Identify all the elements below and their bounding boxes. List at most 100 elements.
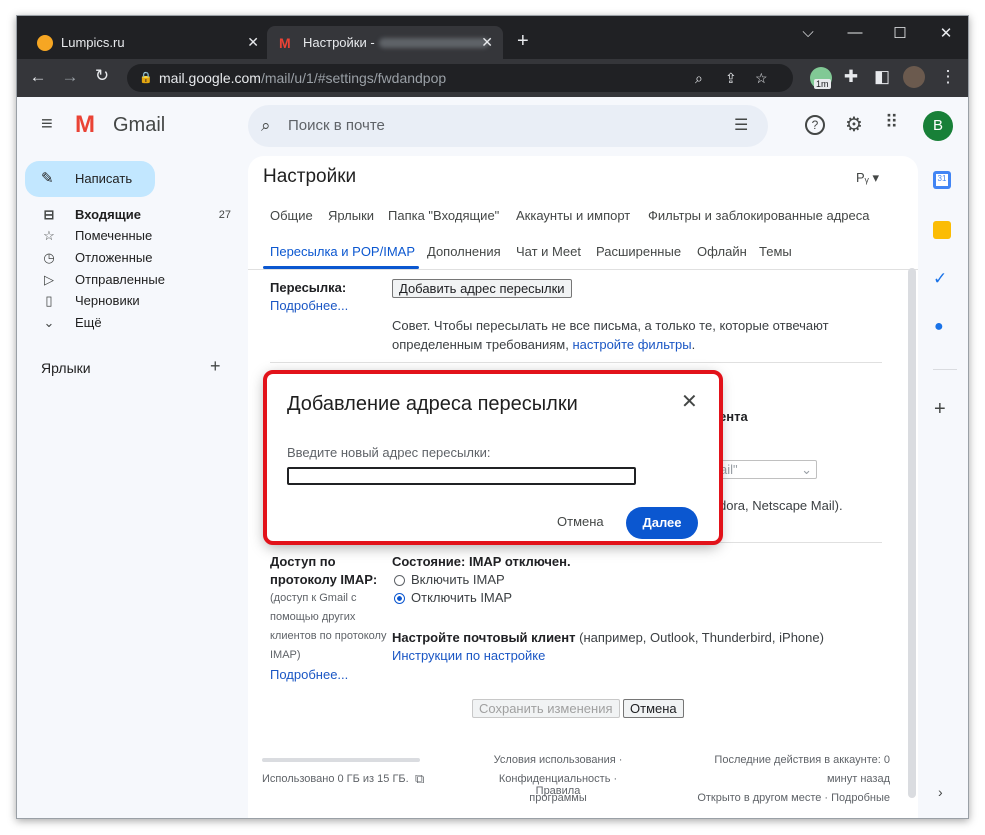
tip-line-2: определенным требованиям, настройте филь… <box>392 337 695 352</box>
gmail-header: ≡ M Gmail ⌕ Поиск в почте ☰ ? ⚙ ⠿ B <box>17 97 968 155</box>
sidebar-item-snoozed[interactable]: ◷ Отложенные <box>41 247 231 269</box>
tab-advanced[interactable]: Расширенные <box>596 244 681 259</box>
tip-end: . <box>691 337 696 352</box>
tab-strip: Lumpics.ru ✕ M Настройки - ✕ + ⌵ — ☐ ✕ <box>17 16 968 59</box>
menu-kebab-icon[interactable]: ⋮ <box>937 67 959 87</box>
search-options-icon[interactable]: ☰ <box>734 105 748 147</box>
tab-themes[interactable]: Темы <box>759 244 792 259</box>
gmail-logo-icon: M <box>75 111 95 138</box>
external-link-icon[interactable]: ⧉ <box>415 771 424 787</box>
sidebar-item-label: Черновики <box>75 293 140 308</box>
address-bar[interactable]: 🔒 mail.google.com/mail/u/1/#settings/fwd… <box>127 64 793 92</box>
star-icon: ☆ <box>43 228 55 243</box>
forward-icon[interactable]: → <box>59 67 81 87</box>
sidebar-item-starred[interactable]: ☆ Помеченные <box>41 225 231 247</box>
imap-label-line2: протоколу IMAP: <box>270 572 378 587</box>
keep-icon[interactable] <box>933 221 951 239</box>
new-tab-button[interactable]: + <box>517 30 529 53</box>
create-filter-link[interactable]: настройте фильтры <box>572 337 691 352</box>
contacts-icon[interactable]: ● <box>934 318 944 336</box>
close-tab-icon[interactable]: ✕ <box>481 34 493 51</box>
disable-imap-label[interactable]: Отключить IMAP <box>411 590 512 605</box>
close-window-icon[interactable]: ✕ <box>934 24 958 42</box>
lock-icon: 🔒 <box>139 72 153 84</box>
add-label-icon[interactable]: + <box>210 356 221 377</box>
browser-window: Lumpics.ru ✕ M Настройки - ✕ + ⌵ — ☐ ✕ ←… <box>16 15 969 819</box>
gmail-logo-text: Gmail <box>113 114 166 136</box>
tasks-icon[interactable]: ✓ <box>933 269 947 289</box>
minimize-icon[interactable]: — <box>843 24 867 41</box>
enable-imap-label[interactable]: Включить IMAP <box>411 572 505 587</box>
footer-details-link[interactable]: Открыто в другом месте · Подробные <box>688 792 890 804</box>
chevron-down-icon: ⌄ <box>801 462 812 477</box>
tab-title: Настройки - <box>303 35 375 50</box>
lumpics-favicon-icon <box>37 34 53 51</box>
compose-button[interactable]: ✎ Написать <box>25 161 155 197</box>
enable-imap-radio[interactable] <box>394 575 405 586</box>
inbox-icon: ⊟ <box>43 207 55 222</box>
help-icon[interactable]: ? <box>805 115 825 135</box>
tab-lumpics[interactable]: Lumpics.ru ✕ <box>25 26 269 59</box>
account-avatar[interactable]: B <box>923 111 953 141</box>
setup-instructions-link[interactable]: Инструкции по настройке <box>392 648 545 663</box>
expand-sidepanel-icon[interactable]: › <box>938 784 943 800</box>
draft-icon: ▯ <box>45 293 53 308</box>
share-icon[interactable]: ⇪ <box>725 64 737 92</box>
tab-addons[interactable]: Дополнения <box>427 244 501 259</box>
tab-chat-meet[interactable]: Чат и Meet <box>516 244 581 259</box>
apps-grid-icon[interactable]: ⠿ <box>885 112 898 133</box>
tip-text: определенным требованиям, <box>392 337 573 352</box>
reload-icon[interactable]: ↻ <box>91 66 113 86</box>
tab-forwarding-pop-imap[interactable]: Пересылка и POP/IMAP <box>270 244 415 259</box>
calendar-icon[interactable]: 31 <box>933 171 951 189</box>
imap-learn-more-link[interactable]: Подробнее... <box>270 667 348 682</box>
extensions-puzzle-icon[interactable]: ✚ <box>840 67 862 87</box>
footer-policies[interactable]: программы <box>478 792 638 804</box>
zoom-icon[interactable]: ⌕ <box>695 64 703 92</box>
sidebar-item-label: Отложенные <box>75 250 153 265</box>
search-placeholder: Поиск в почте <box>288 117 385 134</box>
side-panel-icon[interactable]: ◧ <box>871 67 893 87</box>
back-icon[interactable]: ← <box>27 67 49 87</box>
tab-offline[interactable]: Офлайн <box>697 244 747 259</box>
storage-bar <box>262 758 420 762</box>
bookmark-star-icon[interactable]: ☆ <box>755 64 768 92</box>
learn-more-link[interactable]: Подробнее... <box>270 298 348 313</box>
extension-icon[interactable]: 1m <box>810 67 832 89</box>
input-tools-selector[interactable]: Рᵧ ▾ <box>856 170 879 186</box>
tabs-divider <box>248 269 918 270</box>
tab-accounts[interactable]: Аккаунты и импорт <box>516 208 630 223</box>
add-forwarding-address-button[interactable]: Добавить адрес пересылки <box>392 279 572 298</box>
cancel-changes-button[interactable]: Отмена <box>623 699 684 718</box>
maximize-icon[interactable]: ☐ <box>888 24 912 42</box>
sidebar-item-label: Ещё <box>75 315 102 330</box>
client-setup-bold: Настройте почтовый клиент <box>392 630 576 645</box>
main-menu-icon[interactable]: ≡ <box>41 113 53 136</box>
tab-filters[interactable]: Фильтры и заблокированные адреса <box>648 208 869 223</box>
scrollbar[interactable] <box>908 268 916 798</box>
disable-imap-radio[interactable] <box>394 593 405 604</box>
sidebar-item-inbox[interactable]: ⊟ Входящие 27 <box>41 204 231 226</box>
sidebar-item-label: Входящие <box>75 207 141 222</box>
sidebar-item-sent[interactable]: ▷ Отправленные <box>41 269 231 291</box>
tab-general[interactable]: Общие <box>270 208 313 223</box>
get-addons-icon[interactable]: + <box>934 398 946 421</box>
search-icon: ⌕ <box>261 116 271 135</box>
sidebar-item-drafts[interactable]: ▯ Черновики <box>41 290 231 312</box>
save-changes-button[interactable]: Сохранить изменения <box>472 699 620 718</box>
tab-labels[interactable]: Ярлыки <box>328 208 374 223</box>
tab-settings[interactable]: M Настройки - ✕ <box>267 26 503 59</box>
footer-terms[interactable]: Условия использования · <box>478 754 638 766</box>
profile-avatar[interactable] <box>903 66 925 88</box>
tab-search-icon[interactable]: ⌵ <box>796 24 820 41</box>
storage-usage: Использовано 0 ГБ из 15 ГБ. <box>262 773 409 785</box>
close-tab-icon[interactable]: ✕ <box>247 34 259 51</box>
dialog-highlight-frame <box>263 370 723 545</box>
sidebar-item-more[interactable]: ⌄ Ещё <box>41 312 231 334</box>
search-input[interactable]: ⌕ Поиск в почте ☰ <box>248 105 768 147</box>
tab-inbox[interactable]: Папка "Входящие" <box>388 208 499 223</box>
settings-gear-icon[interactable]: ⚙ <box>845 112 863 137</box>
pop-action-select[interactable]: ail" ⌄ <box>713 460 817 479</box>
labels-heading: Ярлыки <box>41 360 91 376</box>
sidebar-item-label: Помеченные <box>75 228 153 243</box>
